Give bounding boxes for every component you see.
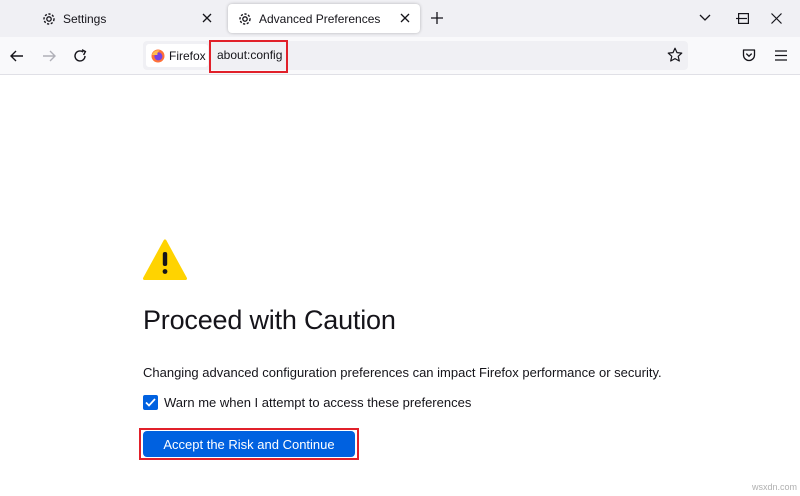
reload-button[interactable] bbox=[69, 45, 91, 67]
url-highlight-box bbox=[209, 40, 288, 73]
hamburger-menu-icon bbox=[775, 49, 787, 61]
chevron-down-icon bbox=[699, 14, 711, 21]
new-tab-button[interactable] bbox=[427, 8, 447, 28]
gear-icon bbox=[237, 11, 253, 27]
gear-icon bbox=[41, 11, 57, 27]
close-tab-icon[interactable] bbox=[200, 11, 214, 25]
list-all-tabs-button[interactable] bbox=[695, 8, 715, 28]
tab-title: Settings bbox=[63, 11, 107, 26]
warning-checkbox-row[interactable]: Warn me when I attempt to access these p… bbox=[143, 395, 471, 410]
arrow-right-icon bbox=[43, 50, 56, 62]
identity-box[interactable]: Firefox bbox=[146, 44, 208, 67]
tab-advanced-preferences[interactable]: Advanced Preferences bbox=[228, 4, 420, 33]
back-button[interactable] bbox=[6, 45, 28, 67]
checkbox-label: Warn me when I attempt to access these p… bbox=[164, 395, 472, 410]
tab-title: Advanced Preferences bbox=[259, 11, 381, 26]
pocket-button[interactable] bbox=[739, 45, 759, 65]
page-title: Proceed with Caution bbox=[143, 305, 396, 335]
pocket-icon bbox=[742, 48, 756, 61]
star-icon bbox=[667, 47, 683, 62]
tab-strip: Settings Advanced Preferences bbox=[0, 0, 800, 37]
forward-button[interactable] bbox=[38, 45, 60, 67]
reload-icon bbox=[74, 49, 87, 62]
tab-settings[interactable]: Settings bbox=[32, 4, 222, 33]
checkmark-icon bbox=[145, 398, 156, 407]
arrow-left-icon bbox=[10, 50, 23, 62]
maximize-icon bbox=[737, 12, 749, 24]
bookmark-star-button[interactable] bbox=[665, 45, 685, 65]
close-icon bbox=[770, 12, 782, 24]
watermark: wsxdn.com bbox=[752, 482, 798, 492]
warning-checkbox[interactable] bbox=[143, 395, 158, 410]
app-menu-button[interactable] bbox=[771, 45, 791, 65]
maximize-button[interactable] bbox=[733, 8, 753, 28]
plus-icon bbox=[431, 12, 443, 24]
accept-risk-button[interactable]: Accept the Risk and Continue bbox=[143, 431, 355, 457]
window-close-button[interactable] bbox=[766, 8, 786, 28]
close-tab-icon[interactable] bbox=[398, 11, 412, 25]
warning-description: Changing advanced configuration preferen… bbox=[143, 365, 662, 380]
identity-label: Firefox bbox=[169, 48, 206, 63]
warning-icon bbox=[143, 239, 187, 281]
firefox-logo-icon bbox=[151, 49, 165, 63]
